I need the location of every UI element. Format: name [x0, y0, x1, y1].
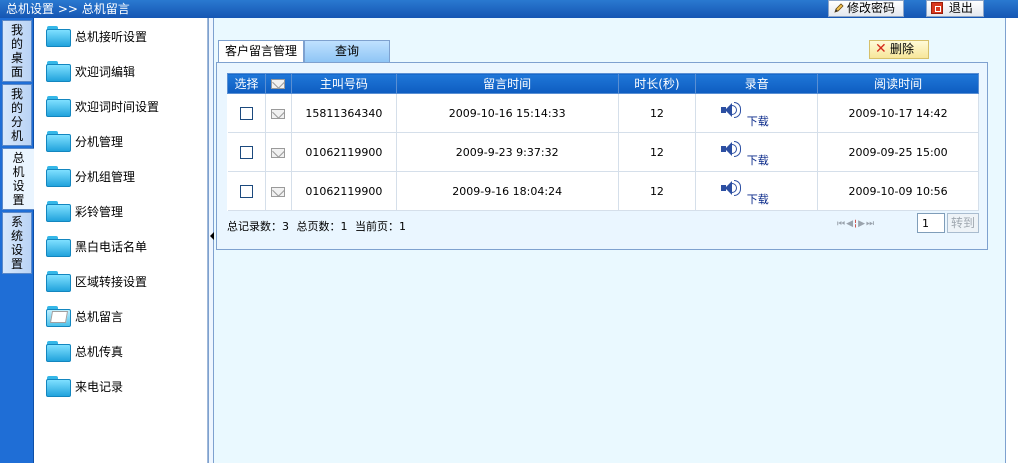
- prev-page-icon[interactable]: ◀: [846, 219, 854, 229]
- delete-icon: ✕: [875, 41, 887, 57]
- pager-nav: ⏮◀¦▶⏭: [837, 219, 875, 229]
- caller-number: 01062119900: [291, 171, 397, 211]
- change-password-label: 修改密码: [847, 1, 896, 15]
- folder-icon: [46, 165, 72, 187]
- breadcrumb-separator: >>: [57, 2, 78, 16]
- breadcrumb-current: 总机留言: [81, 2, 130, 16]
- tab-query[interactable]: 查询: [304, 40, 390, 62]
- menu-item-answer-settings[interactable]: 总机接听设置: [46, 23, 147, 49]
- message-time: 2009-9-23 9:37:32: [396, 132, 619, 172]
- first-page-icon[interactable]: ⏮: [837, 219, 846, 229]
- tab-voicemail-manage[interactable]: 客户留言管理: [218, 40, 304, 62]
- logout-button[interactable]: 退出: [926, 0, 984, 17]
- read-time: 2009-10-09 10:56: [817, 171, 979, 211]
- col-duration: 时长(秒): [617, 73, 697, 94]
- folder-icon: [46, 270, 72, 292]
- folder-icon: [46, 200, 72, 222]
- menu-item-voicemail[interactable]: 总机留言: [46, 303, 123, 329]
- download-link[interactable]: 下载: [747, 154, 769, 167]
- duration: 12: [618, 132, 697, 172]
- menu-item-welcome-time[interactable]: 欢迎词时间设置: [46, 93, 159, 119]
- folder-icon: [46, 25, 72, 47]
- vtab-desktop[interactable]: 我的桌面: [2, 20, 32, 82]
- delete-button[interactable]: ✕ 删除: [869, 40, 929, 59]
- menu-item-welcome-edit[interactable]: 欢迎词编辑: [46, 58, 135, 84]
- caller-number: 01062119900: [291, 132, 397, 172]
- breadcrumb: 总机设置 >> 总机留言: [6, 1, 130, 17]
- speaker-icon[interactable]: [719, 179, 741, 197]
- download-link[interactable]: 下载: [747, 193, 769, 206]
- voicemail-table: 选择 主叫号码 留言时间 时长(秒) 录音 阅读时间 15811364340 2…: [227, 73, 979, 211]
- last-page-icon[interactable]: ⏭: [866, 219, 875, 229]
- row-checkbox[interactable]: [239, 106, 253, 120]
- folder-icon: [46, 235, 72, 257]
- duration: 12: [618, 171, 697, 211]
- duration: 12: [618, 93, 697, 133]
- delete-label: 删除: [890, 42, 915, 56]
- go-button[interactable]: 转到: [947, 213, 979, 233]
- envelope-icon: [271, 186, 286, 197]
- download-link[interactable]: 下载: [747, 115, 769, 128]
- row-checkbox[interactable]: [239, 184, 253, 198]
- logout-icon: [931, 2, 943, 14]
- speaker-icon[interactable]: [719, 140, 741, 158]
- table-row: 15811364340 2009-10-16 15:14:33 12 下载 20…: [227, 93, 979, 133]
- pencil-icon: [833, 2, 845, 14]
- open-folder-icon: [46, 305, 72, 327]
- vtab-system-settings[interactable]: 系统设置: [2, 212, 32, 274]
- vtab-main-settings[interactable]: 总机设置: [2, 148, 34, 210]
- col-message-time: 留言时间: [395, 73, 619, 94]
- record-summary: 总记录数：3 总页数：1 当前页：1: [227, 218, 410, 234]
- col-read-time: 阅读时间: [817, 73, 979, 94]
- col-recording: 录音: [695, 73, 819, 94]
- folder-icon: [46, 130, 72, 152]
- current-page: 当前页：1: [355, 220, 406, 233]
- vtab-extension[interactable]: 我的分机: [2, 84, 32, 146]
- folder-icon: [46, 375, 72, 397]
- read-time: 2009-09-25 15:00: [817, 132, 979, 172]
- menu-item-blacklist[interactable]: 黑白电话名单: [46, 233, 147, 259]
- folder-icon: [46, 340, 72, 362]
- breadcrumb-item[interactable]: 总机设置: [6, 2, 54, 16]
- envelope-icon: [271, 108, 286, 119]
- menu-item-fax[interactable]: 总机传真: [46, 338, 123, 364]
- envelope-icon: [271, 79, 286, 89]
- col-select: 选择: [227, 73, 266, 94]
- next-page-icon[interactable]: ▶: [858, 219, 866, 229]
- row-checkbox[interactable]: [239, 145, 253, 159]
- envelope-icon: [271, 147, 286, 158]
- vertical-tab-bar: 我的桌面 我的分机 总机设置 系统设置: [0, 18, 34, 463]
- change-password-button[interactable]: 修改密码: [828, 0, 904, 17]
- read-time: 2009-10-17 14:42: [817, 93, 979, 133]
- total-records: 总记录数：3: [227, 220, 289, 233]
- side-menu: 总机接听设置 欢迎词编辑 欢迎词时间设置 分机管理 分机组管理 彩铃管理 黑白电…: [34, 18, 208, 463]
- main-content: 客户留言管理 查询 ✕ 删除 选择 主叫号码 留言时间 时长(秒) 录音 阅读时…: [214, 18, 1006, 463]
- menu-item-call-log[interactable]: 来电记录: [46, 373, 123, 399]
- table-row: 01062119900 2009-9-23 9:37:32 12 下载 2009…: [227, 132, 979, 172]
- menu-item-region-transfer[interactable]: 区域转接设置: [46, 268, 147, 294]
- total-pages: 总页数：1: [296, 220, 348, 233]
- table-row: 01062119900 2009-9-16 18:04:24 12 下载 200…: [227, 171, 979, 211]
- col-mail: [264, 73, 292, 94]
- message-time: 2009-10-16 15:14:33: [396, 93, 619, 133]
- menu-item-extension-manage[interactable]: 分机管理: [46, 128, 123, 154]
- table-header: 选择 主叫号码 留言时间 时长(秒) 录音 阅读时间: [227, 73, 979, 94]
- menu-item-extension-group[interactable]: 分机组管理: [46, 163, 135, 189]
- page-number-input[interactable]: [917, 213, 945, 233]
- message-time: 2009-9-16 18:04:24: [396, 171, 619, 211]
- voicemail-panel: 选择 主叫号码 留言时间 时长(秒) 录音 阅读时间 15811364340 2…: [216, 62, 988, 250]
- menu-item-ringtone[interactable]: 彩铃管理: [46, 198, 123, 224]
- folder-icon: [46, 95, 72, 117]
- speaker-icon[interactable]: [719, 101, 741, 119]
- col-caller: 主叫号码: [290, 73, 397, 94]
- caller-number: 15811364340: [291, 93, 397, 133]
- folder-icon: [46, 60, 72, 82]
- logout-label: 退出: [948, 1, 973, 15]
- top-bar: 总机设置 >> 总机留言 修改密码 退出: [0, 0, 1018, 18]
